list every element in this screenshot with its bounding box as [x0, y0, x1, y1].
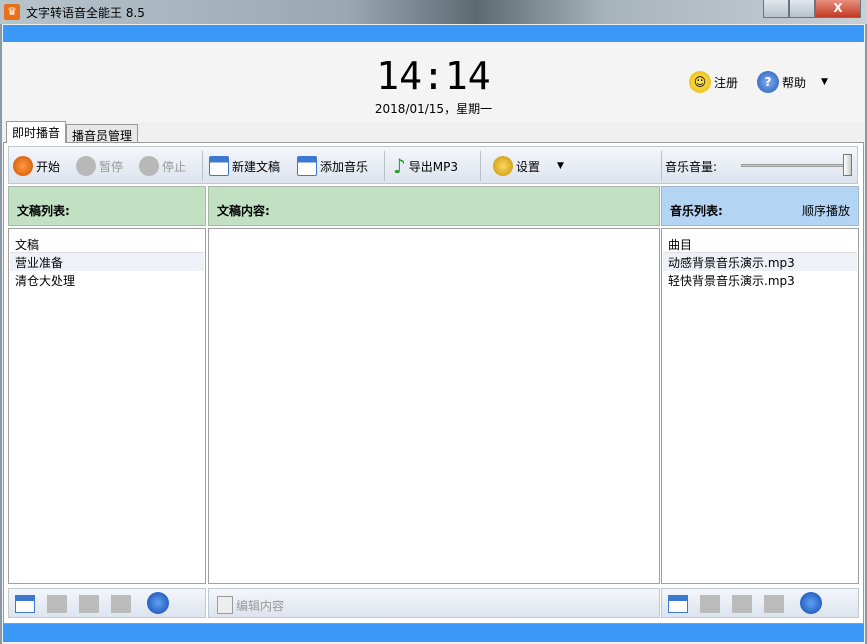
tab-instant[interactable]: 即时播音: [6, 121, 67, 143]
help-button[interactable]: ? 帮助 ▼: [757, 70, 828, 94]
separator: [202, 151, 203, 181]
pause-icon: [76, 156, 96, 176]
list-item[interactable]: 清仓大处理: [10, 271, 204, 289]
toolbar: 开始 暂停 停止 新建文稿 添加音乐 ♪ 导出MP3 设置 ▼ 音乐音量:: [8, 146, 858, 184]
status-band: [3, 624, 864, 642]
settings-icon: [493, 156, 513, 176]
top-band: [3, 25, 864, 42]
app-logo-icon: ♛: [4, 4, 20, 20]
start-label: 开始: [36, 159, 61, 174]
settings-label: 设置: [516, 159, 541, 174]
new-doc-label: 新建文稿: [232, 159, 281, 174]
separator: [661, 151, 662, 181]
start-button[interactable]: 开始: [13, 155, 60, 177]
list-item[interactable]: 营业准备: [10, 253, 204, 271]
docs-header: 文稿列表:: [8, 186, 206, 226]
move-down-icon[interactable]: [111, 595, 131, 613]
separator: [480, 151, 481, 181]
pause-label: 暂停: [99, 159, 124, 174]
volume-label: 音乐音量:: [665, 159, 718, 174]
edit-content-label: 编辑内容: [236, 598, 285, 613]
move-up-icon[interactable]: [79, 595, 99, 613]
move-down-icon[interactable]: [764, 595, 784, 613]
content-area[interactable]: [208, 228, 660, 584]
stop-label: 停止: [162, 159, 187, 174]
stop-button[interactable]: 停止: [139, 155, 186, 177]
play-mode-button[interactable]: 顺序播放: [802, 202, 850, 219]
delete-icon[interactable]: [47, 595, 67, 613]
music-header: 音乐列表: 顺序播放: [661, 186, 859, 226]
docs-bottom-toolbar: [8, 588, 206, 618]
separator: [384, 151, 385, 181]
add-icon[interactable]: [668, 595, 688, 613]
new-doc-icon: [209, 156, 229, 176]
help-label: 帮助: [782, 75, 807, 90]
stop-icon: [139, 156, 159, 176]
register-label: 注册: [714, 75, 739, 90]
play-icon[interactable]: [800, 592, 822, 614]
export-label: 导出MP3: [408, 159, 458, 174]
list-item[interactable]: 轻快背景音乐演示.mp3: [663, 271, 857, 289]
maximize-button[interactable]: [789, 0, 815, 18]
tab-announcer[interactable]: 播音员管理: [66, 124, 139, 144]
add-music-label: 添加音乐: [320, 159, 369, 174]
content-bottom-toolbar: 编辑内容: [208, 588, 660, 618]
close-button[interactable]: X: [815, 0, 861, 18]
date: 2018/01/15，星期一: [374, 102, 493, 116]
new-doc-button[interactable]: 新建文稿: [209, 155, 280, 177]
settings-button[interactable]: 设置 ▼: [493, 155, 564, 177]
add-music-button[interactable]: 添加音乐: [297, 155, 368, 177]
minimize-button[interactable]: [763, 0, 789, 18]
add-icon[interactable]: [15, 595, 35, 613]
chevron-down-icon[interactable]: ▼: [821, 77, 828, 87]
music-bottom-toolbar: [661, 588, 859, 618]
help-icon: ?: [757, 71, 779, 93]
register-button[interactable]: ☺ 注册: [689, 70, 738, 94]
add-music-icon: [297, 156, 317, 176]
music-list: 曲目 动感背景音乐演示.mp3 轻快背景音乐演示.mp3: [661, 228, 859, 584]
docs-column-header[interactable]: 文稿: [10, 233, 204, 253]
music-title: 音乐列表:: [670, 204, 723, 218]
play-icon: [13, 156, 33, 176]
volume-slider[interactable]: [741, 164, 851, 167]
music-column-header[interactable]: 曲目: [663, 233, 857, 253]
play-icon[interactable]: [147, 592, 169, 614]
pause-button[interactable]: 暂停: [76, 155, 123, 177]
delete-icon[interactable]: [700, 595, 720, 613]
smiley-icon: ☺: [689, 71, 711, 93]
content-header: 文稿内容:: [208, 186, 660, 226]
edit-content-button[interactable]: 编辑内容: [217, 594, 284, 616]
move-up-icon[interactable]: [732, 595, 752, 613]
chevron-down-icon[interactable]: ▼: [557, 161, 564, 171]
list-item[interactable]: 动感背景音乐演示.mp3: [663, 253, 857, 271]
window-title: 文字转语音全能王 8.5: [26, 6, 145, 20]
docs-list: 文稿 营业准备 清仓大处理: [8, 228, 206, 584]
volume-slider-thumb[interactable]: [843, 154, 852, 176]
music-note-icon: ♪: [393, 154, 406, 178]
export-mp3-button[interactable]: ♪ 导出MP3: [393, 154, 458, 178]
document-icon: [217, 596, 233, 614]
